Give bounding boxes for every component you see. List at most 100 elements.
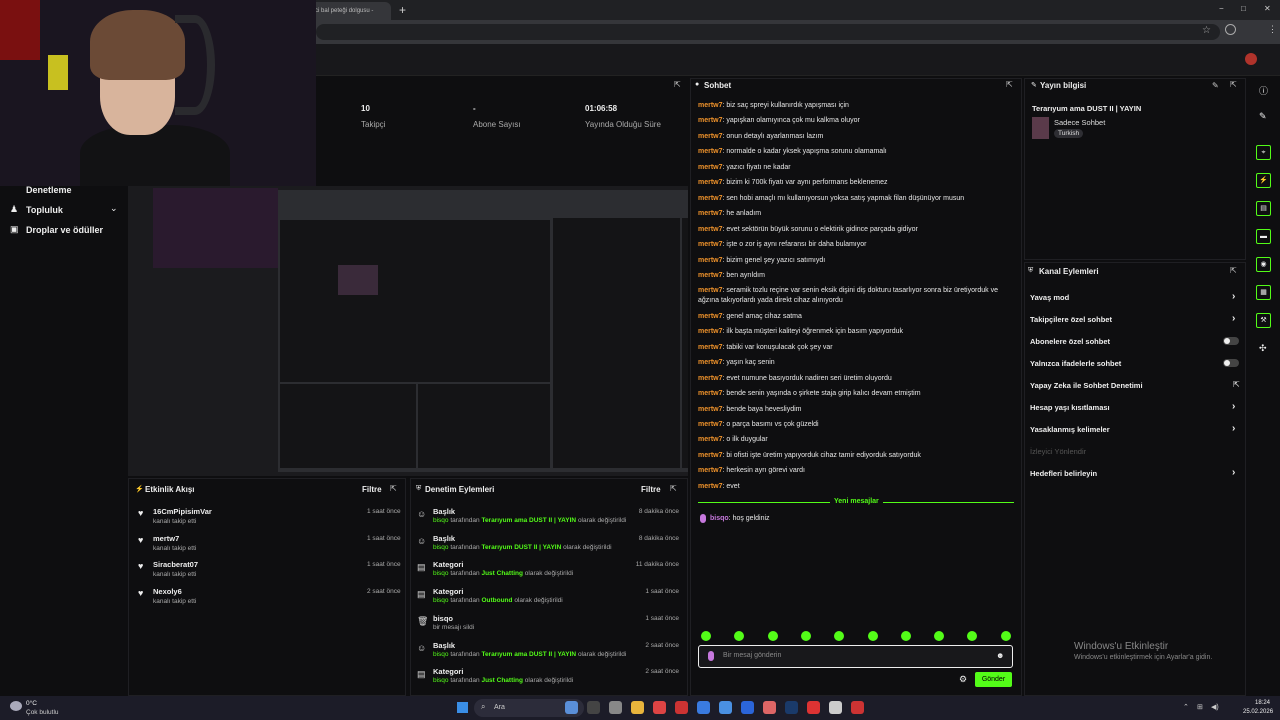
chat-username[interactable]: mertw7 (698, 467, 723, 474)
folder-icon[interactable] (631, 701, 644, 714)
windows-start-icon[interactable] (457, 702, 468, 713)
popout-icon[interactable]: ⇱ (670, 484, 677, 493)
channel-action-label[interactable]: Hesap yaşı kısıtlaması (1030, 403, 1110, 412)
emote-icon[interactable] (701, 631, 711, 641)
settings-icon[interactable]: ⚙ (959, 674, 967, 685)
popout-icon[interactable]: ⇱ (1230, 266, 1237, 275)
nav-community[interactable]: Topluluk (26, 205, 63, 215)
tray-chevron-icon[interactable]: ⌃ (1183, 703, 1189, 711)
nav-moderation[interactable]: Denetleme (26, 185, 72, 195)
photos-icon[interactable] (697, 701, 710, 714)
popout-icon[interactable]: ⇱ (1006, 80, 1013, 89)
chat-username[interactable]: mertw7 (698, 359, 723, 366)
close-button[interactable]: ✕ (1264, 4, 1271, 13)
chat-username[interactable]: mertw7 (698, 257, 723, 264)
broadcast-icon[interactable]: ◉ (1256, 257, 1271, 272)
bookmark-star-icon[interactable]: ☆ (1202, 25, 1211, 36)
chat-username[interactable]: mertw7 (698, 133, 723, 140)
document-icon[interactable]: ▤ (1256, 201, 1271, 216)
channel-action-label[interactable]: Yavaş mod (1030, 293, 1069, 302)
chat-username[interactable]: mertw7 (698, 117, 723, 124)
edge-icon[interactable] (719, 701, 732, 714)
new-tab-button[interactable]: + (399, 3, 406, 17)
steam-icon[interactable] (763, 701, 776, 714)
chevron-right-icon[interactable]: › (1232, 423, 1235, 434)
chevron-right-icon[interactable]: › (1232, 313, 1235, 324)
chrome-app-icon[interactable] (741, 701, 754, 714)
crosshair-icon[interactable]: ⌖ (1256, 145, 1271, 160)
chevron-right-icon[interactable]: › (1232, 467, 1235, 478)
pencil-icon[interactable]: ✎ (1259, 111, 1267, 122)
chat-username[interactable]: mertw7 (698, 287, 723, 294)
info-icon[interactable]: ⓘ (1259, 84, 1268, 97)
channel-action-label[interactable]: Takipçilere özel sohbet (1030, 315, 1112, 324)
chevron-right-icon[interactable]: › (1232, 401, 1235, 412)
activity-filter[interactable]: Filtre (362, 485, 382, 494)
network-icon[interactable]: ⊞ (1197, 703, 1203, 711)
browser-tab[interactable]: ci bal peteği dolgusu - (305, 2, 391, 20)
chat-username[interactable]: mertw7 (698, 421, 723, 428)
mod-actions-filter[interactable]: Filtre (641, 485, 661, 494)
chat-username[interactable]: mertw7 (698, 102, 723, 109)
game-icon[interactable] (851, 701, 864, 714)
channel-action-label[interactable]: Yapay Zeka ile Sohbet Denetimi (1030, 381, 1143, 390)
emoji-icon[interactable]: ☻ (996, 651, 1004, 660)
task-view-icon[interactable] (587, 701, 600, 714)
profile-icon[interactable] (1225, 24, 1236, 35)
channel-action-label[interactable]: Abonelere özel sohbet (1030, 337, 1110, 346)
chat-username[interactable]: mertw7 (698, 313, 723, 320)
chat-username[interactable]: mertw7 (698, 241, 723, 248)
chat-username[interactable]: mertw7 (698, 483, 723, 490)
chat-username[interactable]: mertw7 (698, 406, 723, 413)
address-bar[interactable] (316, 24, 1220, 40)
mod-user[interactable]: bisqo (433, 597, 449, 604)
calculator-icon[interactable] (829, 701, 842, 714)
emote-icon[interactable] (800, 631, 811, 641)
mod-user[interactable]: bisqo (433, 570, 449, 577)
chat-username[interactable]: mertw7 (698, 195, 723, 202)
chat-username[interactable]: mertw7 (698, 272, 723, 279)
activity-user[interactable]: mertw7 (153, 534, 179, 543)
popout-icon[interactable]: ⇱ (390, 484, 397, 493)
send-button[interactable]: Gönder (975, 672, 1012, 687)
mod-user[interactable]: bisqo (433, 651, 449, 658)
mod-user[interactable]: bisqo (433, 544, 449, 551)
chat-username[interactable]: mertw7 (698, 390, 723, 397)
chat-username[interactable]: mertw7 (698, 210, 723, 217)
chat-username[interactable]: mertw7 (698, 179, 723, 186)
emote-icon[interactable] (767, 631, 778, 641)
popout-icon[interactable]: ⇱ (1230, 80, 1237, 89)
external-link-icon[interactable]: ⇱ (1233, 380, 1240, 389)
file-explorer-icon[interactable] (609, 701, 622, 714)
channel-action-label[interactable]: Yalnızca ifadelerle sohbet (1030, 359, 1121, 368)
chat-username[interactable]: mertw7 (698, 148, 723, 155)
chat-username[interactable]: mertw7 (698, 328, 723, 335)
popout-icon[interactable]: ⇱ (674, 80, 681, 89)
opera-icon[interactable] (675, 701, 688, 714)
chat-username[interactable]: mertw7 (698, 164, 723, 171)
chevron-down-icon[interactable]: ⌄ (110, 203, 118, 214)
chat-username[interactable]: mertw7 (698, 375, 723, 382)
activity-user[interactable]: Siracberat07 (153, 560, 198, 569)
chrome-icon[interactable] (653, 701, 666, 714)
emote-icon[interactable] (1000, 631, 1011, 641)
activity-user[interactable]: 16CmPipisimVar (153, 507, 212, 516)
mod-user[interactable]: bisqo (433, 517, 449, 524)
maximize-button[interactable]: □ (1241, 4, 1246, 13)
layout-icon[interactable]: ▦ (1256, 285, 1271, 300)
nav-drops[interactable]: Droplar ve ödüller (26, 225, 103, 235)
toggle-switch[interactable] (1223, 337, 1239, 345)
browser-menu-icon[interactable]: ⋮ (1268, 24, 1277, 35)
channel-action-label[interactable]: Hedefleri belirleyin (1030, 469, 1097, 478)
widgets-icon[interactable] (565, 701, 578, 714)
emote-icon[interactable] (867, 631, 878, 641)
minimize-button[interactable]: − (1219, 4, 1224, 13)
bolt-icon[interactable]: ⚡ (1256, 173, 1271, 188)
mod-user[interactable]: bisqo (433, 677, 449, 684)
chat-username[interactable]: mertw7 (698, 436, 723, 443)
volume-icon[interactable]: ◀) (1211, 703, 1219, 711)
channel-action-label[interactable]: Yasaklanmış kelimeler (1030, 425, 1110, 434)
chevron-right-icon[interactable]: › (1232, 291, 1235, 302)
user-avatar[interactable] (1245, 53, 1257, 65)
apps-icon[interactable]: ✣ (1259, 343, 1267, 354)
